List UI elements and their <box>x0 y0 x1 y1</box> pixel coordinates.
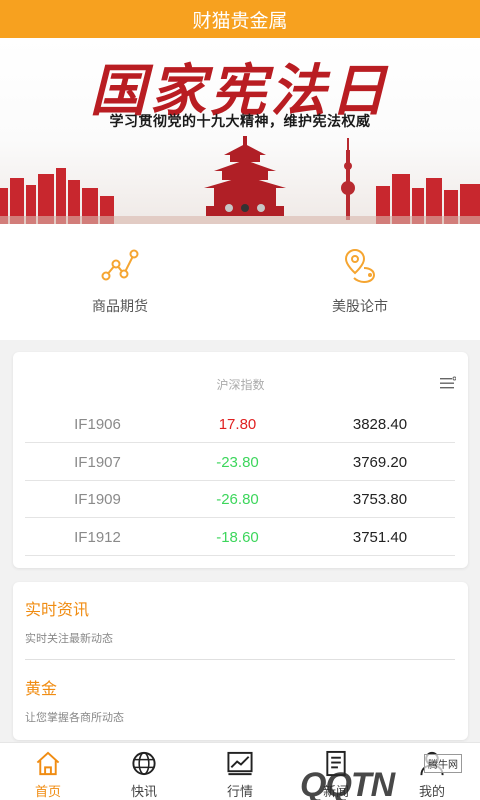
news-subtitle: 让您掌握各商所动态 <box>25 712 124 724</box>
news-panel: 实时资讯 实时关注最新动态 黄金 让您掌握各商所动态 <box>13 582 468 740</box>
home-icon <box>36 751 60 776</box>
app-title-bar: 财猫贵金属 <box>0 0 480 38</box>
quick-entry-row: 商品期货 美股论市 <box>0 224 480 340</box>
nodes-icon <box>101 249 139 281</box>
carousel-indicator <box>225 204 265 212</box>
news-title: 黄金 <box>25 681 58 698</box>
tab-label: 我的 <box>418 784 445 799</box>
price-change: -26.80 <box>216 490 259 508</box>
app-title: 财猫贵金属 <box>192 10 288 32</box>
contract-code: IF1907 <box>74 453 121 471</box>
carousel-dot[interactable] <box>225 204 233 212</box>
tab-label: 快讯 <box>130 784 157 799</box>
table-row[interactable]: IF1906 17.80 3828.40 <box>25 406 455 443</box>
menu-settings-icon[interactable] <box>440 376 456 390</box>
index-panel-title: 沪深指数 <box>216 378 265 392</box>
last-price: 3751.40 <box>352 528 408 546</box>
divider <box>25 659 455 660</box>
last-price: 3753.80 <box>352 490 408 508</box>
carousel-dot[interactable] <box>257 204 265 212</box>
table-row[interactable]: IF1912 -18.60 3751.40 <box>25 519 455 556</box>
tab-label: 首页 <box>34 784 61 799</box>
quick-entry-label: 美股论市 <box>332 298 388 314</box>
location-pin-icon <box>344 248 376 284</box>
quick-entry-label: 商品期货 <box>92 298 148 314</box>
price-change: -23.80 <box>216 453 259 471</box>
news-subtitle: 实时关注最新动态 <box>25 633 113 645</box>
tab-label: 行情 <box>226 784 253 799</box>
news-item-gold[interactable]: 黄金 让您掌握各商所动态 <box>25 675 455 725</box>
index-panel: 沪深指数 IF1906 17.80 3828.40 IF1907 -23.80 … <box>13 352 468 568</box>
table-row[interactable]: IF1907 -23.80 3769.20 <box>25 444 455 481</box>
contract-code: IF1912 <box>74 528 121 546</box>
last-price: 3828.40 <box>352 415 408 433</box>
carousel-dot-active[interactable] <box>241 204 249 212</box>
last-price: 3769.20 <box>352 453 408 471</box>
banner-carousel[interactable]: 国家宪法日 学习贯彻党的十九大精神，维护宪法权威 <box>0 38 480 224</box>
watermark-logo-text: QQTN <box>300 766 395 800</box>
contract-code: IF1906 <box>74 415 121 433</box>
bottom-tab-bar: 首页 快讯 行情 新闻 我的 <box>0 742 480 800</box>
quick-entry-us-stocks[interactable]: 美股论市 <box>240 224 480 340</box>
chart-icon <box>227 751 253 776</box>
watermark-badge: 腾牛网 <box>424 754 462 773</box>
quick-entry-futures[interactable]: 商品期货 <box>0 224 240 340</box>
globe-icon <box>132 751 156 776</box>
contract-code: IF1909 <box>74 490 121 508</box>
banner-subtitle: 学习贯彻党的十九大精神，维护宪法权威 <box>109 113 371 129</box>
news-title: 实时资讯 <box>25 602 90 619</box>
tab-home[interactable]: 首页 <box>0 743 96 800</box>
tab-market[interactable]: 行情 <box>192 743 288 800</box>
table-row[interactable]: IF1909 -26.80 3753.80 <box>25 481 455 518</box>
price-change: -18.60 <box>216 528 259 546</box>
tab-flash-news[interactable]: 快讯 <box>96 743 192 800</box>
news-item-realtime[interactable]: 实时资讯 实时关注最新动态 <box>25 596 455 646</box>
price-change: 17.80 <box>218 415 257 433</box>
